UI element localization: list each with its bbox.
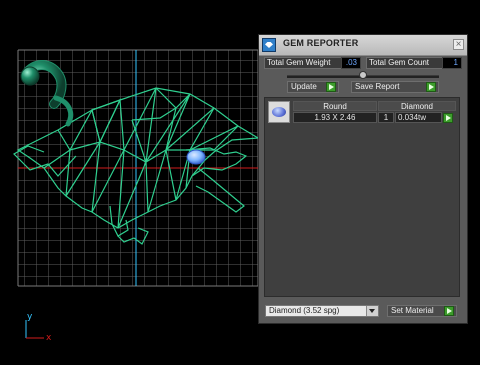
- play-icon: [326, 82, 336, 92]
- gem-reporter-panel: GEM REPORTER × Total Gem Weight .03 Tota…: [258, 34, 468, 324]
- total-gem-weight-value: .03: [341, 57, 361, 69]
- play-icon: [444, 306, 454, 316]
- close-button[interactable]: ×: [453, 39, 464, 50]
- set-material-button[interactable]: Set Material: [387, 305, 457, 317]
- gem-list: Round Diamond 1.93 X 2.46 1 0.034tw: [264, 97, 460, 297]
- set-material-button-label: Set Material: [391, 306, 434, 315]
- play-icon[interactable]: [443, 113, 453, 123]
- total-gem-count-label: Total Gem Count: [366, 57, 444, 69]
- gem-weight-cell: 0.034tw: [395, 112, 442, 123]
- gem-icon: [262, 38, 276, 52]
- save-report-button-label: Save Report: [355, 82, 400, 91]
- update-button-label: Update: [291, 82, 317, 91]
- table-header-shape: Round: [293, 101, 377, 111]
- panel-title: GEM REPORTER: [283, 38, 359, 48]
- panel-slider-knob[interactable]: [359, 71, 367, 79]
- play-icon: [426, 82, 436, 92]
- material-select[interactable]: Diamond (3.52 spg): [265, 305, 379, 317]
- material-select-value: Diamond (3.52 spg): [269, 306, 340, 315]
- gem-thumbnail[interactable]: [268, 101, 290, 123]
- update-button[interactable]: Update: [287, 81, 339, 93]
- chevron-down-icon: [366, 306, 378, 316]
- table-header-material: Diamond: [378, 101, 456, 111]
- gem-diamond[interactable]: [186, 149, 206, 165]
- total-gem-weight-label: Total Gem Weight: [264, 57, 344, 69]
- total-gem-count-value: 1: [442, 57, 462, 69]
- gem-size-cell: 1.93 X 2.46: [293, 112, 377, 123]
- panel-titlebar[interactable]: GEM REPORTER ×: [259, 35, 467, 56]
- axis-y-label: y: [27, 312, 33, 322]
- gem-count-cell: 1: [378, 112, 394, 123]
- axis-x-label: x: [46, 333, 52, 343]
- save-report-button[interactable]: Save Report: [351, 81, 439, 93]
